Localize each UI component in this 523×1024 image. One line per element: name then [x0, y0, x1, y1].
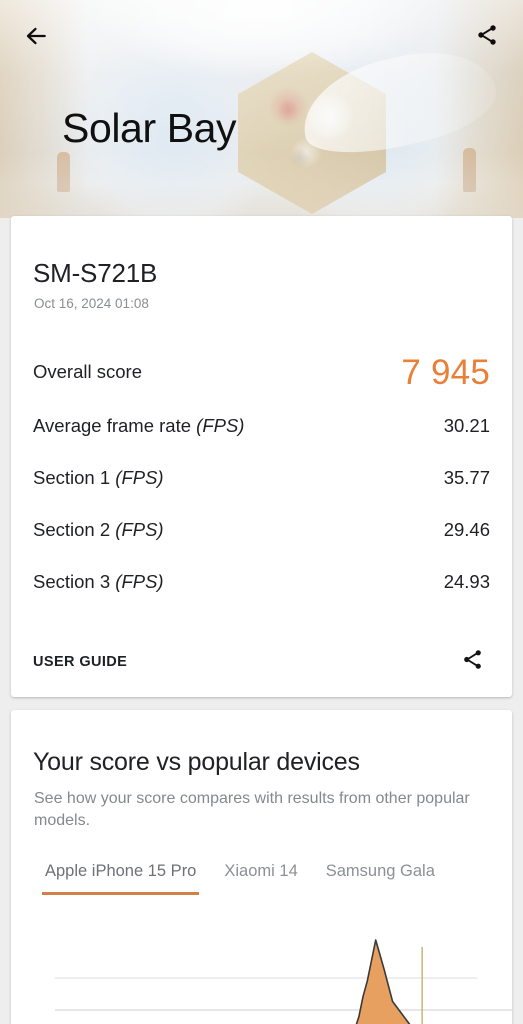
metric-label: Section 1 (FPS) — [33, 467, 164, 489]
overall-score-label: Overall score — [33, 361, 142, 382]
benchmark-timestamp: Oct 16, 2024 01:08 — [34, 296, 149, 311]
page-title: Solar Bay — [62, 105, 237, 151]
metric-label-text: Section 1 — [33, 467, 116, 488]
metric-value: 24.93 — [443, 571, 490, 592]
metric-unit: (FPS) — [115, 467, 164, 488]
share-button-header[interactable] — [465, 15, 509, 59]
device-name: SM-S721B — [33, 258, 158, 288]
metric-label-text: Average frame rate — [33, 415, 197, 436]
share-button-card[interactable] — [452, 642, 492, 682]
score-card: SM-S721B Oct 16, 2024 01:08 Overall scor… — [11, 216, 512, 697]
metric-value: 30.21 — [443, 415, 490, 436]
share-icon — [475, 23, 499, 52]
chart-distribution-area — [355, 939, 411, 1024]
share-icon — [461, 648, 484, 676]
metric-label: Section 2 (FPS) — [33, 519, 164, 541]
metric-label-text: Section 3 — [33, 571, 116, 592]
chart-svg — [55, 939, 512, 1024]
compare-subtitle: See how your score compares with results… — [34, 790, 470, 829]
metric-row-average-frame-rate: Average frame rate (FPS) 30.21 — [33, 400, 490, 452]
metric-unit: (FPS) — [196, 415, 245, 436]
metric-label-text: Section 2 — [33, 519, 116, 540]
overall-score-row: Overall score 7 945 — [33, 344, 490, 400]
hero-banner: Solar Bay — [0, 0, 523, 218]
tab-xiaomi-14[interactable]: Xiaomi 14 — [210, 858, 311, 895]
tab-samsung-galaxy[interactable]: Samsung Gala — [312, 858, 449, 895]
metric-label: Average frame rate (FPS) — [33, 415, 244, 437]
app-root: Solar Bay SM-S721B Oct 16, 2024 01:08 Ov… — [0, 0, 523, 1024]
compare-card: Your score vs popular devices See how yo… — [11, 710, 512, 1024]
device-tabs[interactable]: Apple iPhone 15 Pro Xiaomi 14 Samsung Ga… — [11, 858, 512, 906]
tab-apple-iphone-15-pro[interactable]: Apple iPhone 15 Pro — [31, 858, 210, 895]
metric-label: Section 3 (FPS) — [33, 571, 164, 593]
metric-row-section-1: Section 1 (FPS) 35.77 — [33, 452, 490, 504]
score-card-actions: USER GUIDE — [33, 641, 492, 683]
compare-title: Your score vs popular devices — [33, 748, 360, 776]
metric-value: 29.46 — [443, 519, 490, 540]
metric-unit: (FPS) — [115, 571, 164, 592]
metric-unit: (FPS) — [115, 519, 164, 540]
user-guide-button[interactable]: USER GUIDE — [33, 654, 127, 670]
metric-row-section-2: Section 2 (FPS) 29.46 — [33, 504, 490, 556]
score-rows: Overall score 7 945 Average frame rate (… — [33, 344, 490, 608]
arrow-left-icon — [23, 23, 49, 54]
overall-score-value: 7 945 — [401, 352, 490, 392]
score-distribution-chart[interactable] — [11, 910, 512, 1024]
chart-gridlines — [55, 977, 512, 1011]
back-button[interactable] — [14, 16, 58, 60]
metric-value: 35.77 — [443, 467, 490, 488]
metric-row-section-3: Section 3 (FPS) 24.93 — [33, 556, 490, 608]
